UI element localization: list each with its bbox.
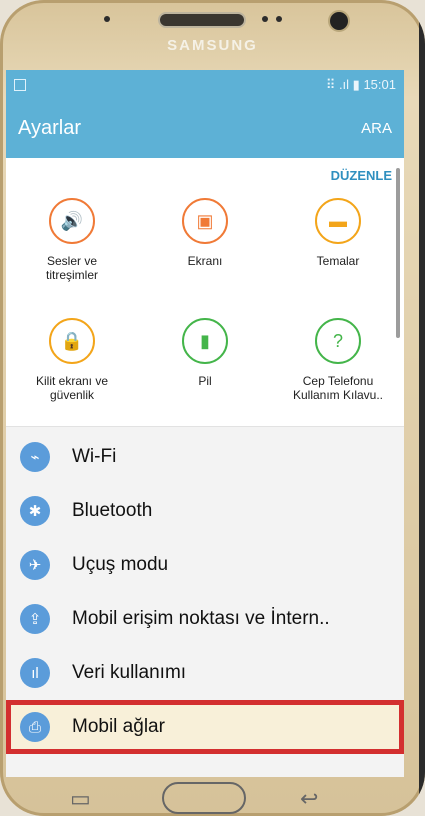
sensor-dot (262, 16, 268, 22)
data-usage-icon: ıl (20, 658, 50, 688)
list-item-mobile-networks[interactable]: ⎙ Mobil ağlar (6, 700, 404, 754)
quick-item-sounds[interactable]: 🔊 Sesler ve titreşimler (6, 198, 138, 282)
signal-icon: ⠿ .ıl ▮ (325, 76, 360, 92)
home-button[interactable] (162, 782, 246, 814)
hardware-keys: ▭ ↩ (0, 778, 425, 816)
quick-item-themes[interactable]: ▬ Temalar (272, 198, 404, 268)
search-button[interactable]: ARA (361, 120, 392, 137)
gallery-icon (14, 78, 26, 91)
mobile-network-icon: ⎙ (20, 712, 50, 742)
page-title: Ayarlar (18, 117, 81, 139)
sensor-dot (104, 16, 110, 22)
quick-item-label: Ekranı (187, 254, 223, 268)
status-bar: ⠿ .ıl ▮ 15:01 (6, 70, 404, 99)
list-item-bluetooth[interactable]: ✱ Bluetooth (6, 484, 404, 538)
battery-icon: ▮ (182, 318, 228, 364)
quick-item-label: Kilit ekranı ve güvenlik (35, 374, 109, 402)
quick-item-label: Temalar (316, 254, 360, 268)
status-right: ⠿ .ıl ▮ 15:01 (326, 77, 396, 93)
wifi-icon: ⌁ (20, 442, 50, 472)
list-item-label: Uçuş modu (72, 554, 169, 575)
list-item-data-usage[interactable]: ıl Veri kullanımı (6, 646, 404, 700)
list-item-airplane[interactable]: ✈ Uçuş modu (6, 538, 404, 592)
list-item-label: Mobil ağlar (72, 716, 165, 737)
quick-item-user-guide[interactable]: ? Cep Telefonu Kullanım Kılavu.. (272, 318, 404, 402)
brand-logo: SAMSUNG (167, 37, 258, 54)
app-bar: Ayarlar ARA (6, 99, 404, 158)
list-item-label: Veri kullanımı (72, 662, 187, 683)
quick-item-display[interactable]: ▣ Ekranı (139, 198, 271, 268)
back-icon[interactable]: ↩ (300, 786, 318, 812)
list-item-wifi[interactable]: ⌁ Wi-Fi (6, 430, 404, 484)
quick-item-label: Cep Telefonu Kullanım Kılavu.. (292, 374, 384, 402)
quick-item-label: Pil (198, 374, 212, 388)
edit-button[interactable]: DÜZENLE (331, 168, 392, 183)
quick-item-label: Sesler ve titreşimler (45, 254, 98, 282)
quick-settings-panel: DÜZENLE 🔊 Sesler ve titreşimler ▣ Ekranı… (6, 158, 404, 427)
recent-apps-icon[interactable]: ▭ (70, 786, 91, 812)
front-camera (328, 10, 350, 32)
airplane-icon: ✈ (20, 550, 50, 580)
help-icon: ? (315, 318, 361, 364)
hotspot-icon: ⇪ (20, 604, 50, 634)
screen: ⠿ .ıl ▮ 15:01 Ayarlar ARA DÜZENLE 🔊 Sesl… (6, 70, 404, 777)
lock-icon: 🔒 (49, 318, 95, 364)
list-item-hotspot[interactable]: ⇪ Mobil erişim noktası ve İntern.. (6, 592, 404, 646)
quick-item-battery[interactable]: ▮ Pil (139, 318, 271, 388)
list-item-label: Mobil erişim noktası ve İntern.. (72, 608, 330, 629)
list-item-label: Bluetooth (72, 500, 153, 521)
clock: 15:01 (363, 76, 396, 92)
list-item-label: Wi-Fi (72, 446, 117, 467)
phone-frame: SAMSUNG ⠿ .ıl ▮ 15:01 Ayarlar ARA DÜZENL… (0, 0, 425, 816)
speaker-icon: 🔊 (49, 198, 95, 244)
theme-icon: ▬ (315, 198, 361, 244)
bluetooth-icon: ✱ (20, 496, 50, 526)
quick-item-lock-security[interactable]: 🔒 Kilit ekranı ve güvenlik (6, 318, 138, 402)
settings-list: ⌁ Wi-Fi ✱ Bluetooth ✈ Uçuş modu ⇪ Mobil … (6, 430, 404, 754)
speaker-grille (158, 12, 246, 28)
display-icon: ▣ (182, 198, 228, 244)
sensor-dot (276, 16, 282, 22)
